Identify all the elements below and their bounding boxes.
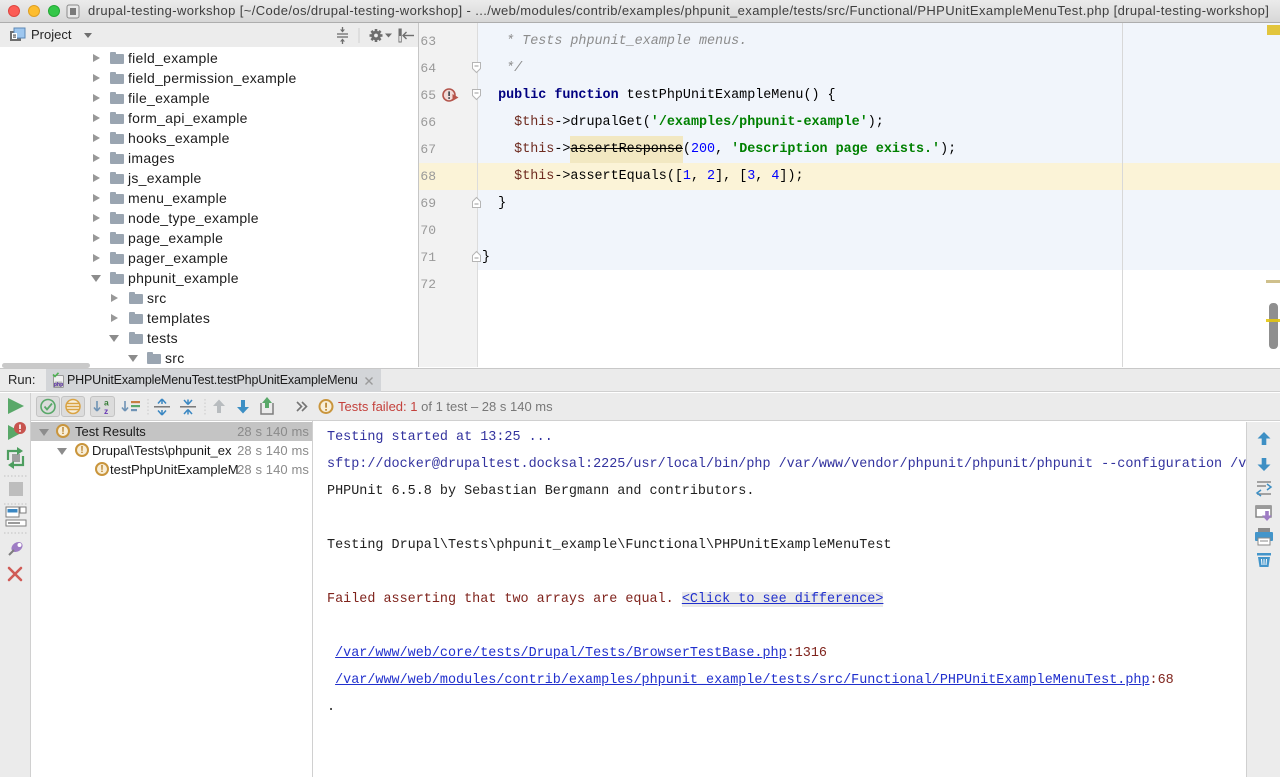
svg-text:z: z xyxy=(104,406,108,416)
svg-text:php: php xyxy=(54,382,64,388)
